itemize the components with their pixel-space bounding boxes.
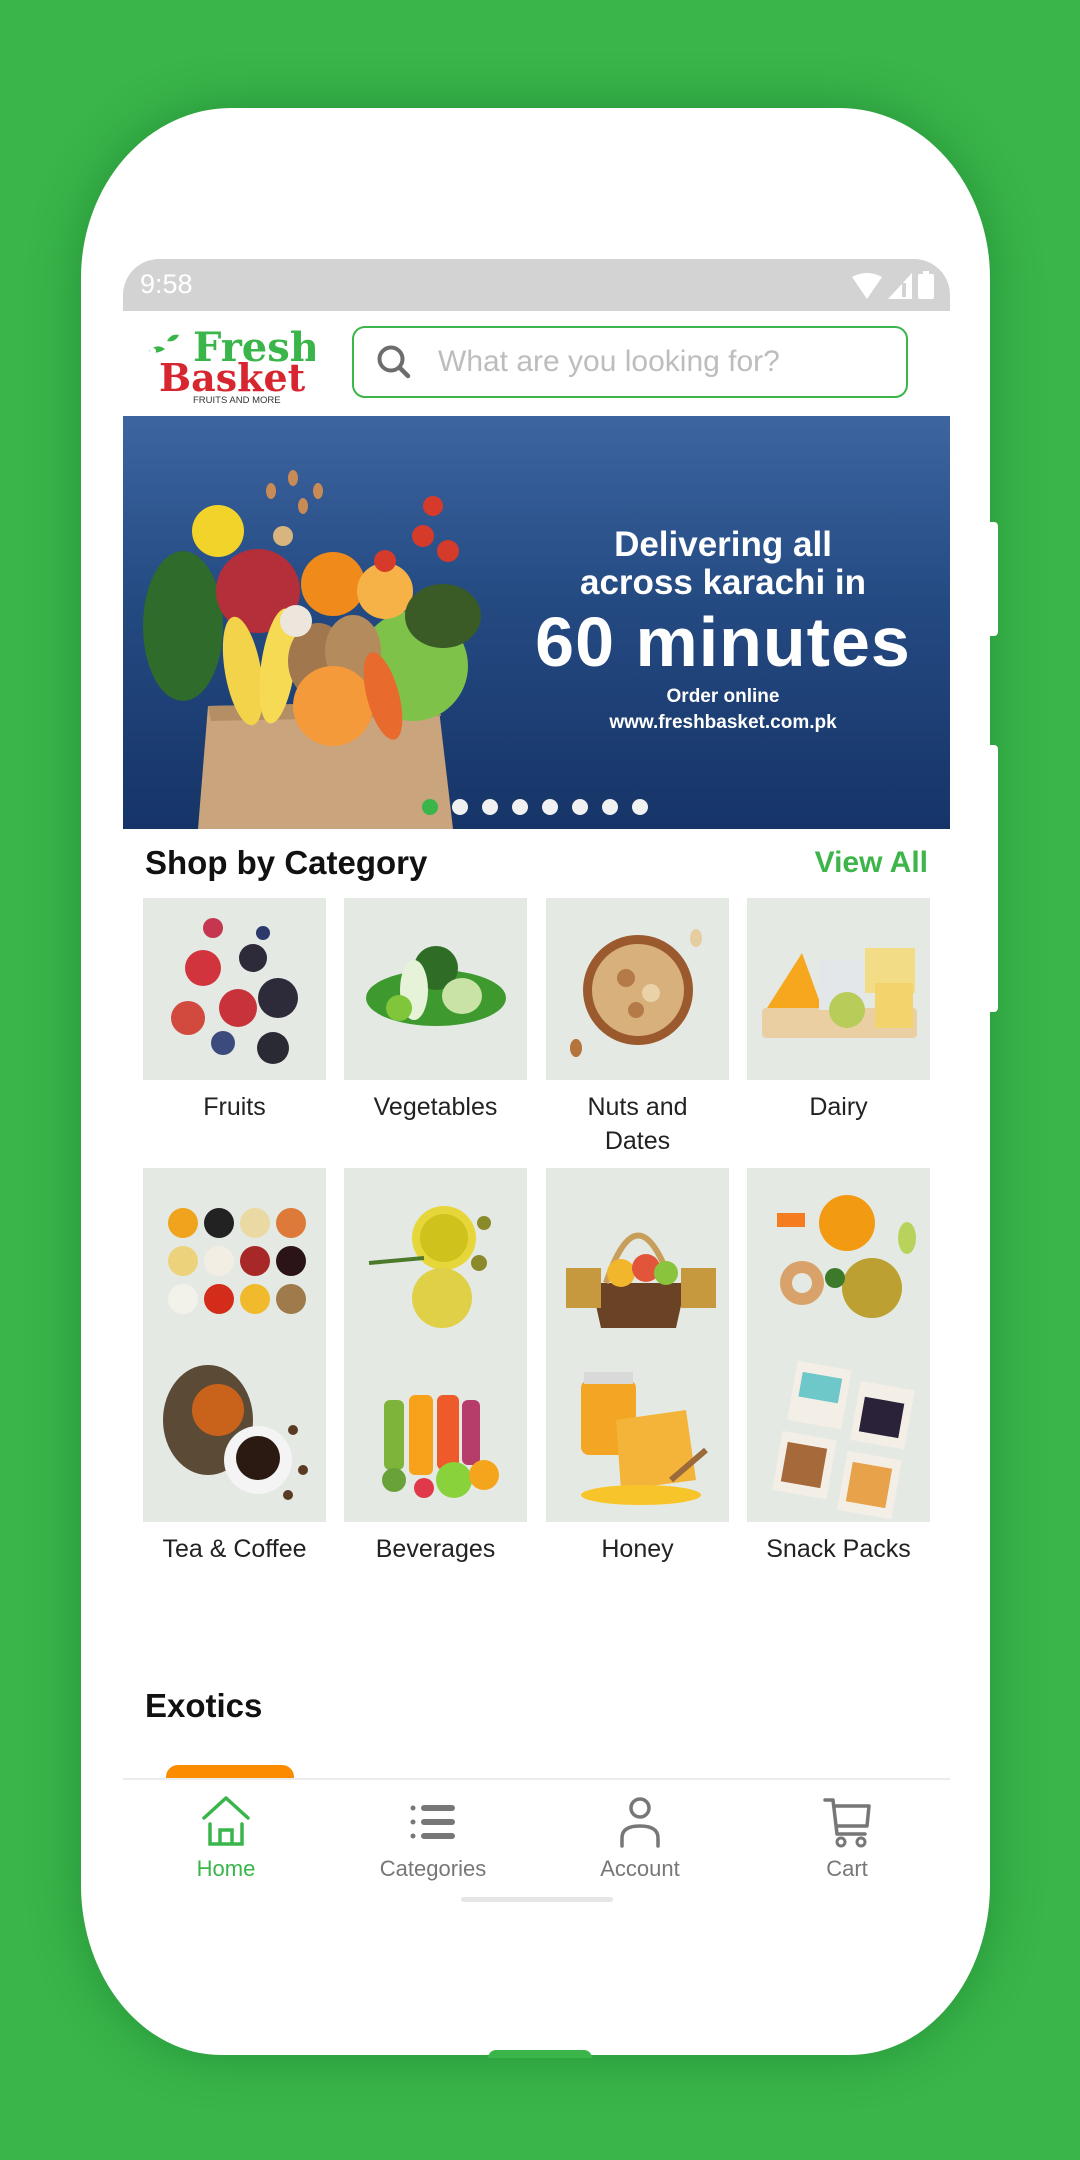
- user-icon: [620, 1797, 660, 1848]
- power-button: [986, 745, 998, 1012]
- carousel-dot[interactable]: [512, 799, 528, 815]
- banner-headline: 60 minutes: [535, 603, 911, 681]
- fresh-basket-logo[interactable]: Fresh Basket FRUITS AND MORE: [145, 324, 319, 406]
- carousel-dot[interactable]: [422, 799, 438, 815]
- category-label: Beverages: [375, 1535, 496, 1563]
- honey-image: [546, 1340, 729, 1522]
- nav-label: Home: [196, 1856, 256, 1881]
- nav-item-categories[interactable]: Categories: [333, 1788, 533, 1882]
- category-item[interactable]: Snack Packs: [747, 1340, 930, 1566]
- category-label: Dairy: [809, 1093, 868, 1121]
- snack-packs-image: [747, 1340, 930, 1522]
- tea-coffee-image: [143, 1340, 326, 1522]
- carousel-dot[interactable]: [632, 799, 648, 815]
- app-screen: 9:58 Fresh Basket FRUITS AND MORE What a…: [123, 259, 950, 1909]
- wifi-icon: [852, 273, 882, 299]
- carousel-dot[interactable]: [542, 799, 558, 815]
- pantry-image: [143, 1168, 326, 1350]
- list-icon: [410, 1805, 455, 1839]
- category-item[interactable]: Vegetables: [344, 898, 527, 1124]
- category-item[interactable]: Beverages: [344, 1340, 527, 1566]
- category-item[interactable]: Dairy: [747, 898, 930, 1124]
- section-title: Shop by Category: [145, 844, 428, 881]
- status-bar: 9:58: [123, 259, 950, 311]
- vegetables-image: [344, 898, 527, 1080]
- banner-cta: Order online: [666, 686, 780, 707]
- category-label: Vegetables: [373, 1093, 498, 1121]
- app-header: Fresh Basket FRUITS AND MORE: [123, 311, 950, 415]
- banner-line-1: Delivering all: [614, 525, 832, 564]
- logo-basket-text: Basket: [159, 355, 306, 400]
- carousel-dot[interactable]: [482, 799, 498, 815]
- nav-label: Categories: [379, 1856, 487, 1881]
- search-input[interactable]: [436, 344, 880, 380]
- shop-by-category-header: Shop by Category View All: [145, 844, 928, 882]
- phone-bottom-notch: [488, 2050, 592, 2058]
- nuts-image: [546, 898, 729, 1080]
- category-label: Honey: [601, 1535, 674, 1563]
- category-label: Tea & Coffee: [162, 1535, 307, 1563]
- baby-food-image: [747, 1168, 930, 1350]
- home-icon: [202, 1796, 250, 1846]
- search-icon: [377, 345, 411, 379]
- banner-url: www.freshbasket.com.pk: [609, 712, 837, 733]
- nav-label: Cart: [826, 1856, 868, 1881]
- category-item[interactable]: Tea & Coffee: [143, 1340, 326, 1566]
- view-all-link[interactable]: View All: [815, 846, 928, 880]
- gesture-home-indicator[interactable]: [461, 1897, 613, 1902]
- section-title: Exotics: [145, 1687, 263, 1724]
- category-label: Snack Packs: [766, 1535, 911, 1563]
- signal-icon: [888, 273, 912, 299]
- nav-item-account[interactable]: Account: [540, 1788, 740, 1882]
- exotics-header: Exotics: [145, 1687, 928, 1725]
- gift-basket-image: [546, 1168, 729, 1350]
- category-item[interactable]: Fruits: [143, 898, 326, 1124]
- category-item[interactable]: Honey: [546, 1340, 729, 1566]
- cart-icon: [823, 1798, 871, 1848]
- search-bar[interactable]: [352, 326, 908, 398]
- promo-banner-carousel[interactable]: Delivering all across karachi in 60 minu…: [123, 416, 950, 829]
- status-time: 9:58: [140, 269, 193, 299]
- fruits-image: [143, 898, 326, 1080]
- category-label: Fruits: [203, 1093, 266, 1121]
- nav-label: Account: [600, 1856, 680, 1881]
- nav-item-cart[interactable]: Cart: [747, 1788, 947, 1882]
- volume-button: [986, 522, 998, 636]
- category-label: Nuts and Dates: [587, 1093, 688, 1155]
- category-item[interactable]: Nuts and Dates: [546, 898, 729, 1158]
- carousel-dot[interactable]: [572, 799, 588, 815]
- beverages-image: [344, 1340, 527, 1522]
- logo-graphic: Fresh Basket FRUITS AND MORE: [149, 324, 319, 406]
- bottom-navigation: Home Categories Account Cart: [123, 1778, 950, 1909]
- carousel-dot[interactable]: [602, 799, 618, 815]
- nav-item-home[interactable]: Home: [126, 1788, 326, 1882]
- carousel-dots: [422, 799, 648, 815]
- logo-tagline: FRUITS AND MORE: [193, 395, 281, 405]
- organic-image: [344, 1168, 527, 1350]
- banner-text: Delivering all across karachi in 60 minu…: [513, 526, 933, 734]
- banner-line-2: across karachi in: [580, 563, 866, 602]
- dairy-image: [747, 898, 930, 1080]
- battery-icon: [918, 271, 934, 299]
- carousel-dot[interactable]: [452, 799, 468, 815]
